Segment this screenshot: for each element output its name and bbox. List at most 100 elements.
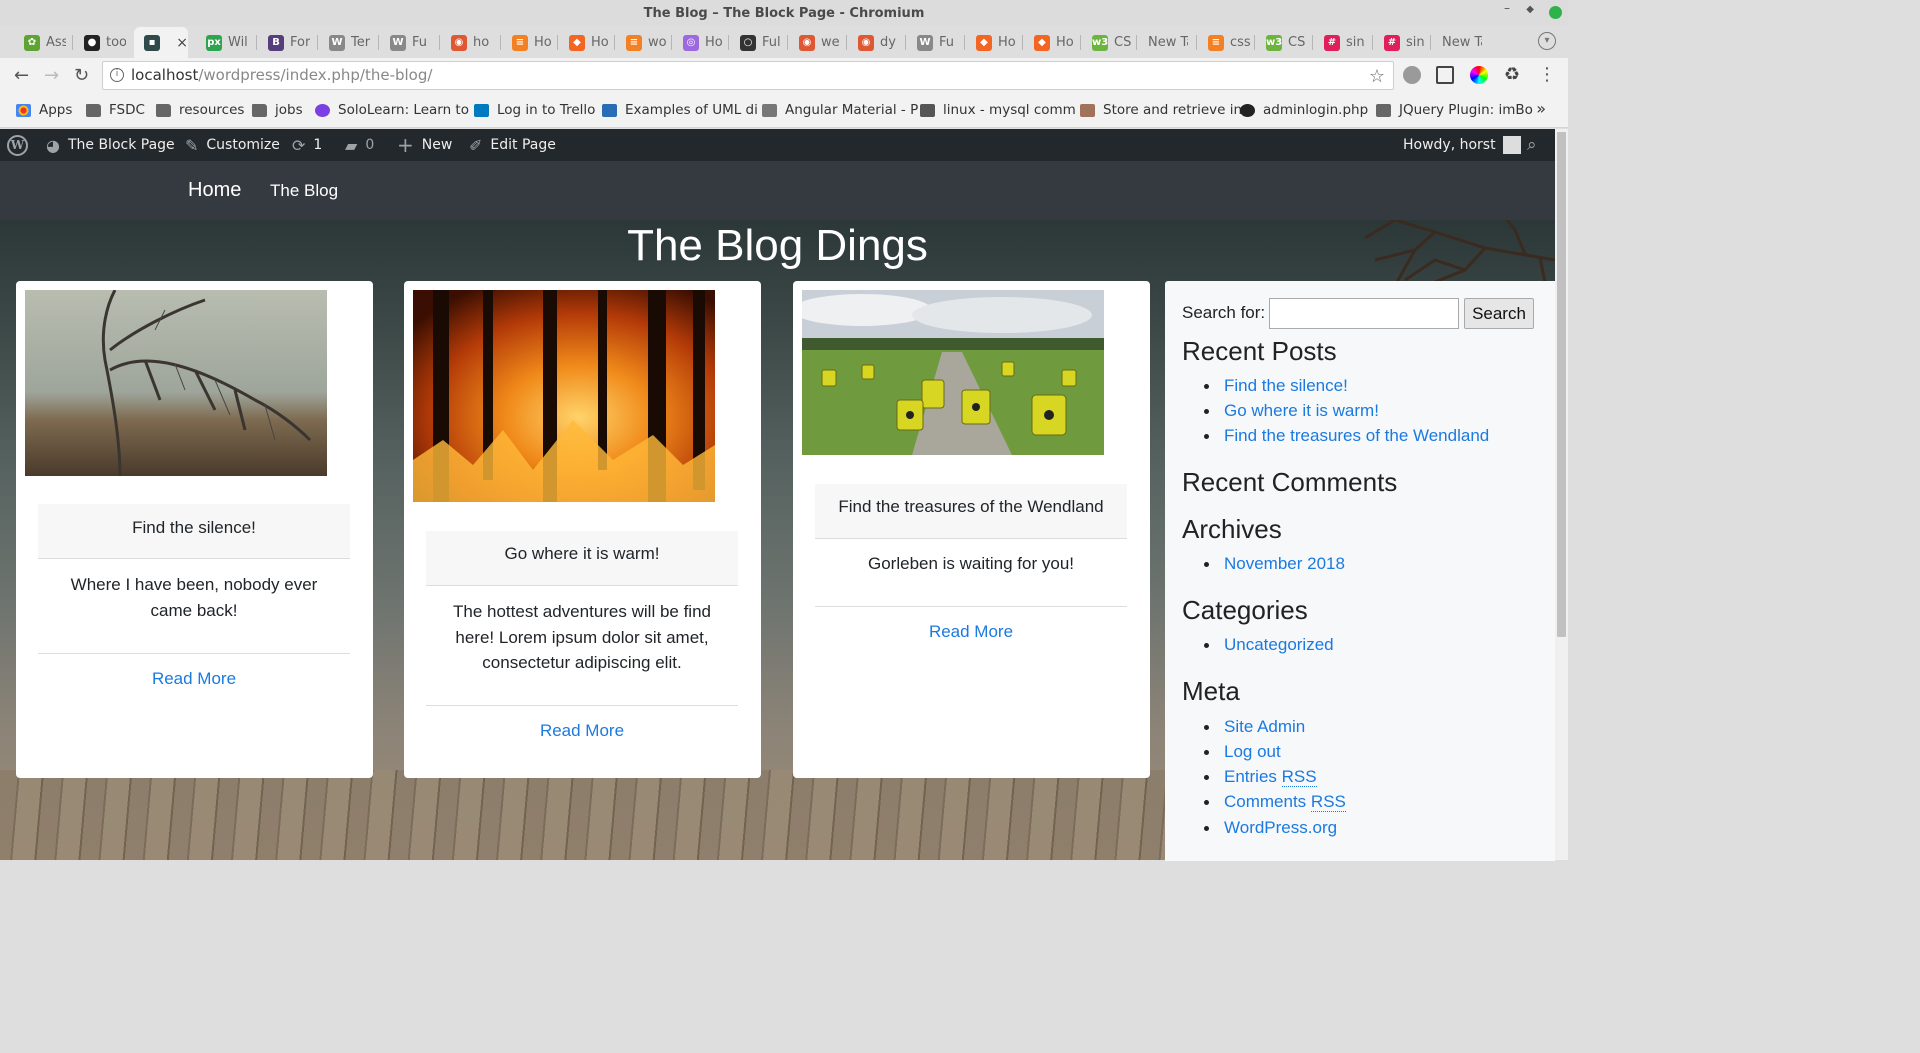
tab-separator [1312, 35, 1313, 50]
extension-gear-icon[interactable] [1403, 66, 1421, 84]
recent-post-link[interactable]: Go where it is warm! [1204, 401, 1379, 421]
bookmark-label: linux - mysql comm [943, 102, 1076, 118]
tab-separator [72, 35, 73, 50]
close-window-icon[interactable] [1549, 6, 1562, 19]
tab[interactable]: W Fu [907, 27, 963, 58]
recent-post-link[interactable]: Find the treasures of the Wendland [1203, 426, 1489, 446]
admin-site-link[interactable]: ◕ The Block Page [46, 129, 175, 161]
admin-customize-link[interactable]: ✎ Customize [185, 129, 280, 161]
tab[interactable]: B For [258, 27, 314, 58]
admin-new-link[interactable]: + New [397, 129, 452, 161]
tab-label: wo [648, 35, 667, 50]
paintbrush-icon: ✎ [185, 135, 199, 155]
tab[interactable]: px Wil [196, 27, 252, 58]
post-image-nuclear-barrels-field[interactable] [802, 290, 1104, 455]
tab[interactable]: W Ter [319, 27, 375, 58]
tab[interactable]: ✿ Ass [14, 27, 70, 58]
menu-icon[interactable]: ⋮ [1538, 64, 1556, 85]
bookmark-uml[interactable]: Examples of UML di [602, 102, 758, 118]
github-icon [1240, 103, 1255, 117]
tab[interactable]: ◉ we [789, 27, 845, 58]
tab-label: Ho [591, 35, 609, 50]
site-navbar: Home The Blog [0, 161, 1555, 220]
tab[interactable]: ◆ Ho [966, 27, 1022, 58]
tab[interactable]: W Fu [380, 27, 436, 58]
back-icon[interactable]: ← [14, 65, 29, 86]
bookmark-stack[interactable]: Angular Material - P [762, 102, 918, 118]
tab[interactable]: ≡ css [1198, 27, 1254, 58]
tab[interactable]: w3 CS [1256, 27, 1312, 58]
comments-rss-link[interactable]: Comments RSS [1204, 792, 1346, 812]
tab[interactable]: ≡ Ho [502, 27, 558, 58]
nav-blog-link[interactable]: The Blog [270, 181, 338, 201]
minimize-icon[interactable]: – [1504, 1, 1510, 15]
recent-post-link[interactable]: Find the silence! [1204, 376, 1348, 396]
tab[interactable]: ◆ Ho [559, 27, 615, 58]
admin-comments-link[interactable]: ▰ 0 [345, 129, 374, 161]
post-image-foggy-tree[interactable] [25, 290, 327, 476]
nav-home-link[interactable]: Home [188, 179, 241, 202]
entries-rss-link[interactable]: Entries RSS [1204, 767, 1317, 787]
bookmark-folder[interactable]: jobs [252, 102, 303, 118]
admin-account-link[interactable]: Howdy, horst [1403, 129, 1521, 161]
logout-link[interactable]: Log out [1204, 742, 1281, 762]
post-title: Find the treasures of the Wendland [815, 484, 1127, 539]
maximize-icon[interactable]: ◆ [1526, 4, 1534, 15]
read-more-link[interactable]: Read More [426, 721, 738, 741]
tab-strip: ✿ Ass ● too ▪ × px Wil B For W Ter W Fu ◉ ho ≡ Ho ◆ Ho ≡ wo ◎ H… [14, 27, 1534, 58]
close-tab-icon[interactable]: × [176, 35, 188, 51]
tab[interactable]: New Ta [1432, 27, 1488, 58]
site-admin-link[interactable]: Site Admin [1203, 717, 1305, 737]
bookmark-plugin[interactable]: JQuery Plugin: imBo [1376, 102, 1533, 118]
bookmark-github[interactable]: adminlogin.php [1240, 102, 1368, 118]
tab[interactable]: w3 CS [1082, 27, 1138, 58]
tab[interactable]: ▪ × [134, 27, 188, 58]
bookmark-apps[interactable]: Apps [16, 102, 72, 118]
bookmark-folder[interactable]: FSDC [86, 102, 145, 118]
recycle-extension-icon[interactable]: ♻ [1504, 64, 1520, 85]
forward-icon[interactable]: → [44, 65, 59, 86]
tab[interactable]: New Ta [1138, 27, 1194, 58]
category-link[interactable]: Uncategorized [1204, 635, 1334, 655]
post-image-forest-fire[interactable] [413, 290, 715, 502]
archive-link[interactable]: November 2018 [1204, 554, 1345, 574]
tab[interactable]: ◉ ho [441, 27, 497, 58]
page-scrollbar[interactable] [1555, 129, 1568, 860]
tab[interactable]: ○ Ful [730, 27, 786, 58]
site-info-icon[interactable]: i [110, 68, 124, 82]
tab[interactable]: ◉ dy [848, 27, 904, 58]
search-input[interactable] [1269, 298, 1459, 329]
bookmark-star-icon[interactable]: ☆ [1369, 63, 1385, 90]
bookmark-folder[interactable]: resources [156, 102, 244, 118]
tab-favicon-icon: ○ [740, 34, 756, 51]
wordpress-org-link[interactable]: WordPress.org [1203, 818, 1337, 838]
color-picker-extension-icon[interactable] [1470, 66, 1488, 84]
tab[interactable]: ● too [74, 27, 130, 58]
wp-logo-icon[interactable]: W [7, 129, 28, 161]
tab-separator [317, 35, 318, 50]
scrollbar-thumb[interactable] [1557, 132, 1566, 637]
tab[interactable]: ◆ Ho [1024, 27, 1080, 58]
more-bookmarks-icon[interactable]: » [1536, 99, 1546, 118]
search-button[interactable]: Search [1464, 298, 1534, 329]
admin-search-icon[interactable]: ⌕ [1527, 129, 1537, 161]
tab-separator [846, 35, 847, 50]
post-title: Go where it is warm! [426, 531, 738, 586]
reload-icon[interactable]: ↻ [74, 65, 89, 86]
admin-updates-link[interactable]: ⟳ 1 [292, 129, 322, 161]
tab-label: sin [1406, 35, 1425, 50]
tab[interactable]: # sin [1314, 27, 1370, 58]
read-more-link[interactable]: Read More [815, 622, 1127, 642]
address-bar[interactable]: i localhost/wordpress/index.php/the-blog… [102, 61, 1394, 90]
admin-edit-page-link[interactable]: ✐ Edit Page [469, 129, 556, 161]
tab[interactable]: ≡ wo [616, 27, 672, 58]
tab-search-icon[interactable]: ▾ [1538, 32, 1556, 50]
screenshot-extension-icon[interactable] [1436, 66, 1454, 84]
bookmark-sololearn[interactable]: SoloLearn: Learn to [315, 102, 469, 118]
bookmark-linux[interactable]: linux - mysql comm [920, 102, 1076, 118]
bookmark-user[interactable]: Store and retrieve in [1080, 102, 1242, 118]
tab[interactable]: # sin [1374, 27, 1430, 58]
read-more-link[interactable]: Read More [38, 669, 350, 689]
bookmark-trello[interactable]: Log in to Trello [474, 102, 595, 118]
tab[interactable]: ◎ Ho [673, 27, 729, 58]
